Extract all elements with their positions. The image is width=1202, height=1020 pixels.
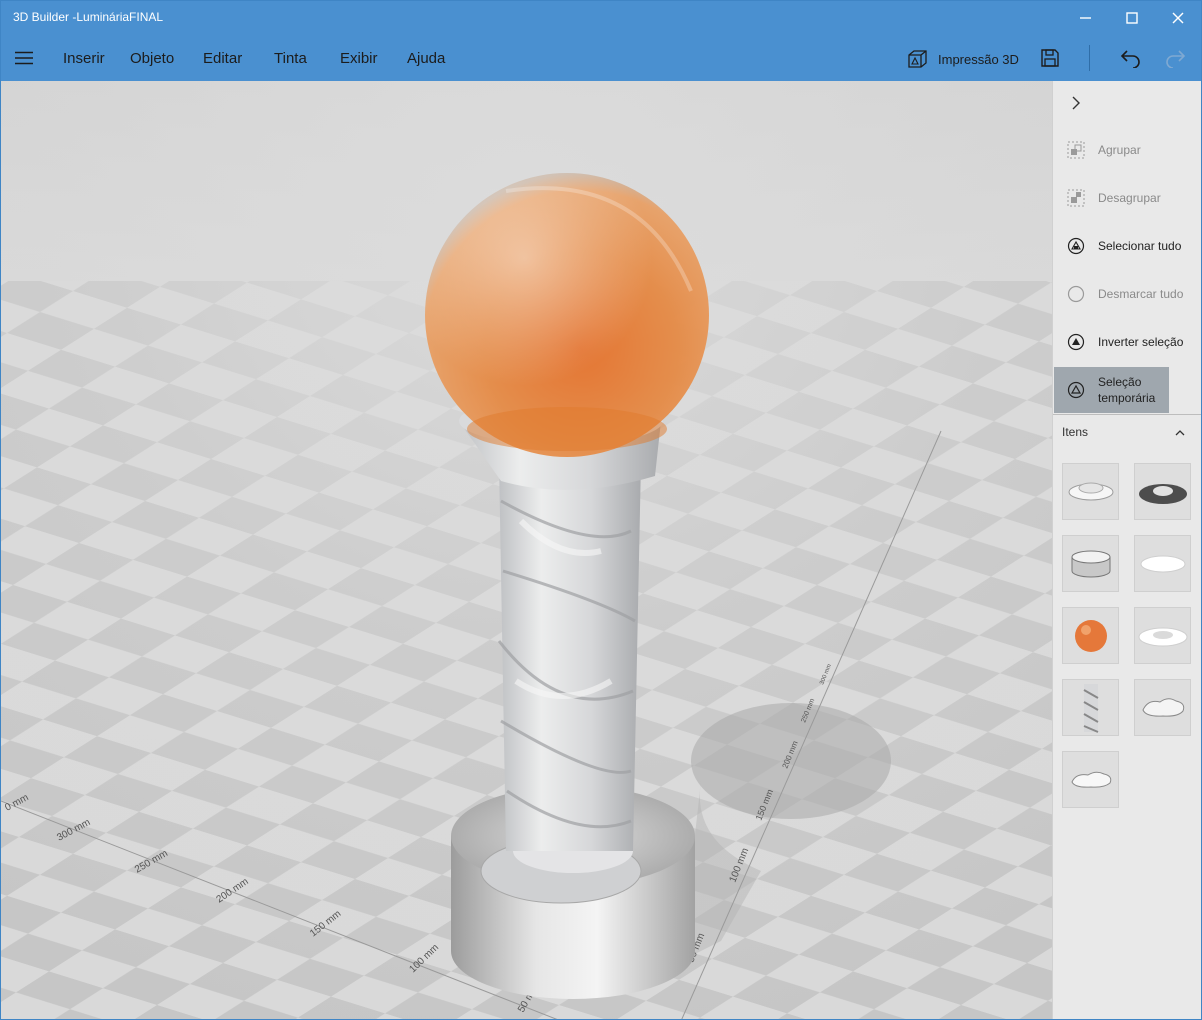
close-button[interactable] bbox=[1155, 1, 1201, 35]
app-window: 3D Builder -LumináriaFINAL Inserir Objet… bbox=[0, 0, 1202, 1020]
group-button[interactable]: Agrupar bbox=[1054, 127, 1201, 173]
item-thumb-lid-ring[interactable] bbox=[1062, 463, 1119, 520]
orange-glass-sphere[interactable] bbox=[425, 173, 709, 457]
menu-tinta[interactable]: Tinta bbox=[274, 50, 307, 67]
item-thumb-small-ring[interactable] bbox=[1062, 751, 1119, 808]
item-thumb-cylinder-band[interactable] bbox=[1062, 535, 1119, 592]
items-heading: Itens bbox=[1062, 425, 1089, 439]
print-3d-button[interactable]: Impressão 3D bbox=[906, 47, 1019, 71]
undo-icon bbox=[1120, 50, 1140, 68]
window-title: 3D Builder -LumináriaFINAL bbox=[13, 10, 164, 24]
deselect-all-icon bbox=[1054, 271, 1098, 317]
title-bar: 3D Builder -LumináriaFINAL bbox=[1, 1, 1201, 35]
menu-inserir[interactable]: Inserir bbox=[63, 50, 105, 67]
collapse-panel-button[interactable] bbox=[1067, 93, 1085, 113]
redo-button[interactable] bbox=[1162, 45, 1190, 71]
temporary-selection-label: Seleção temporária bbox=[1098, 375, 1156, 405]
group-label: Agrupar bbox=[1098, 143, 1141, 157]
select-all-icon bbox=[1054, 223, 1098, 269]
redo-icon bbox=[1166, 50, 1186, 68]
item-thumb-twisted-column[interactable] bbox=[1062, 679, 1119, 736]
menu-ajuda[interactable]: Ajuda bbox=[407, 50, 445, 67]
hamburger-menu-button[interactable] bbox=[11, 46, 37, 70]
invert-selection-button[interactable]: Inverter seleção bbox=[1054, 319, 1201, 365]
hamburger-icon bbox=[15, 51, 33, 65]
ungroup-label: Desagrupar bbox=[1098, 191, 1161, 205]
ungroup-icon bbox=[1054, 175, 1098, 221]
deselect-all-button[interactable]: Desmarcar tudo bbox=[1054, 271, 1201, 317]
undo-button[interactable] bbox=[1116, 45, 1144, 71]
item-thumb-white-flower-disc[interactable] bbox=[1134, 607, 1191, 664]
deselect-all-label: Desmarcar tudo bbox=[1098, 287, 1184, 301]
group-icon bbox=[1054, 127, 1098, 173]
save-button[interactable] bbox=[1036, 45, 1064, 71]
menu-editar[interactable]: Editar bbox=[203, 50, 242, 67]
item-thumb-white-disc[interactable] bbox=[1134, 535, 1191, 592]
menu-exibir[interactable]: Exibir bbox=[340, 50, 378, 67]
invert-selection-icon bbox=[1054, 319, 1098, 365]
chevron-right-icon bbox=[1072, 96, 1080, 110]
minimize-button[interactable] bbox=[1063, 1, 1109, 35]
menu-bar: Inserir Objeto Editar Tinta Exibir Ajuda… bbox=[1, 35, 1201, 81]
close-icon bbox=[1172, 12, 1184, 24]
select-all-button[interactable]: Selecionar tudo bbox=[1054, 223, 1201, 269]
item-thumb-dark-disc[interactable] bbox=[1134, 463, 1191, 520]
ungroup-button[interactable]: Desagrupar bbox=[1054, 175, 1201, 221]
temporary-selection-icon bbox=[1054, 367, 1098, 413]
select-all-label: Selecionar tudo bbox=[1098, 239, 1182, 253]
panel-divider bbox=[1053, 414, 1201, 415]
print-3d-label: Impressão 3D bbox=[938, 51, 1019, 67]
3d-viewport[interactable]: 0 mm 300 mm 250 mm 200 mm 150 mm 100 mm … bbox=[1, 81, 1052, 1019]
twisted-column[interactable] bbox=[497, 461, 641, 851]
item-thumb-outline-ring[interactable] bbox=[1134, 679, 1191, 736]
selection-panel: Agrupar Desagrupar Selecionar tudo Desma… bbox=[1052, 81, 1201, 1019]
maximize-icon bbox=[1126, 12, 1138, 24]
item-thumb-orange-sphere[interactable] bbox=[1062, 607, 1119, 664]
maximize-button[interactable] bbox=[1109, 1, 1155, 35]
chevron-up-icon[interactable] bbox=[1173, 425, 1187, 439]
menu-objeto[interactable]: Objeto bbox=[130, 50, 174, 67]
temporary-selection-button[interactable]: Seleção temporária bbox=[1054, 367, 1169, 413]
toolbar-separator bbox=[1089, 45, 1090, 71]
minimize-icon bbox=[1080, 17, 1091, 19]
save-icon bbox=[1041, 49, 1059, 67]
invert-selection-label: Inverter seleção bbox=[1098, 335, 1184, 349]
printer-3d-icon bbox=[908, 50, 927, 68]
scene-canvas: 0 mm 300 mm 250 mm 200 mm 150 mm 100 mm … bbox=[1, 81, 1052, 1019]
